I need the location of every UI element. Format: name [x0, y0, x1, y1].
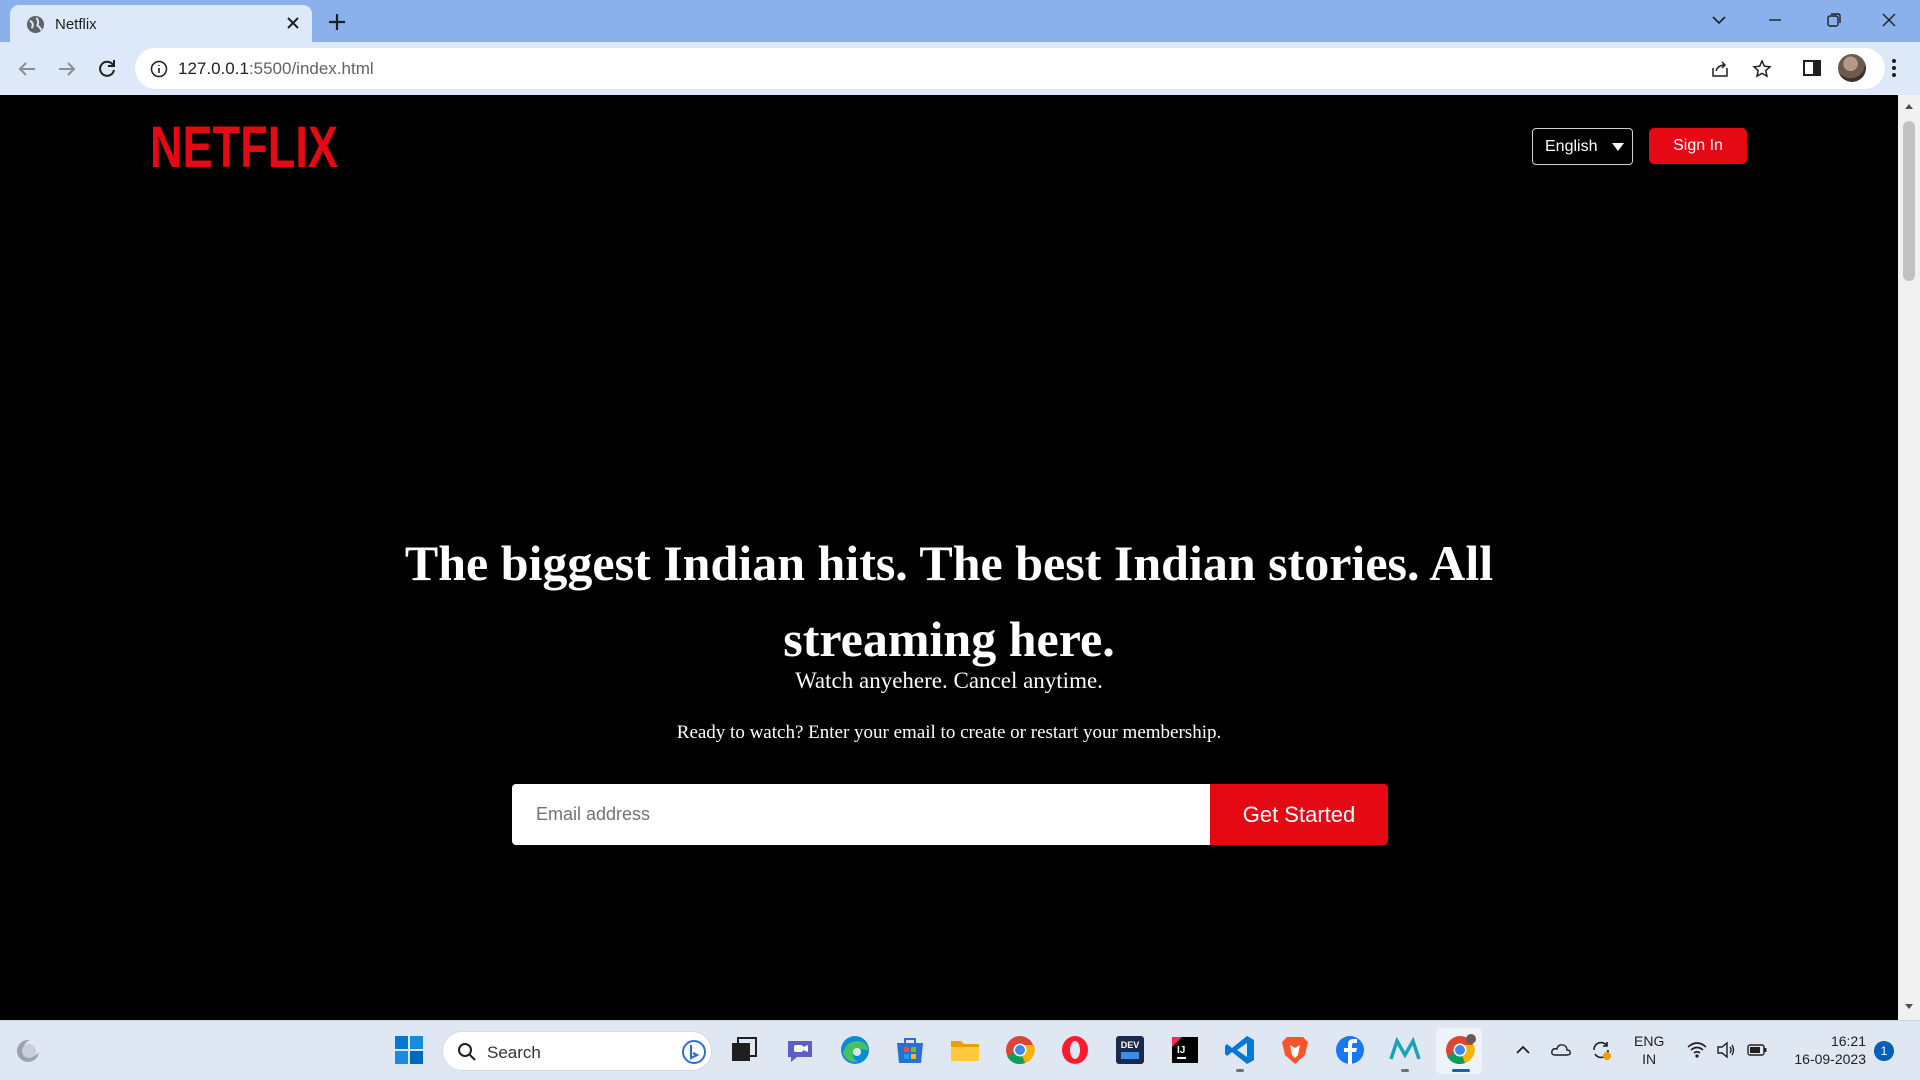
volume-icon[interactable] — [1715, 1039, 1737, 1061]
tab-title: Netflix — [55, 16, 97, 33]
scrollbar-thumb[interactable] — [1903, 121, 1915, 281]
restore-icon[interactable] — [1818, 6, 1848, 34]
back-arrow-icon[interactable] — [13, 55, 41, 83]
hero-title: The biggest Indian hits. The best Indian… — [404, 535, 1494, 667]
close-tab-icon[interactable] — [282, 12, 304, 34]
weather-widget-icon[interactable] — [12, 1033, 46, 1067]
tab-search-chevron-icon[interactable] — [1704, 6, 1734, 34]
facebook-icon[interactable] — [1333, 1033, 1367, 1067]
opera-icon[interactable] — [1058, 1033, 1092, 1067]
vscode-icon[interactable] — [1223, 1033, 1257, 1067]
wifi-icon[interactable] — [1686, 1039, 1708, 1061]
intellij-icon[interactable]: IJ — [1168, 1033, 1202, 1067]
search-icon — [458, 1043, 476, 1061]
system-clock[interactable]: 16:21 16-09-2023 — [1782, 1032, 1866, 1068]
input-language-indicator[interactable]: ENG IN — [1634, 1032, 1664, 1068]
microsoft-store-icon[interactable] — [893, 1033, 927, 1067]
file-explorer-icon[interactable] — [948, 1033, 982, 1067]
close-window-icon[interactable] — [1874, 6, 1904, 34]
browser-tab-netflix[interactable]: Netflix — [10, 5, 312, 42]
share-icon[interactable] — [1710, 59, 1730, 79]
new-tab-icon[interactable] — [324, 9, 350, 35]
bing-icon[interactable] — [681, 1039, 707, 1065]
language-select[interactable]: English — [1532, 128, 1633, 165]
active-indicator — [1452, 1069, 1470, 1072]
minimize-icon[interactable] — [1760, 6, 1790, 34]
chrome-icon[interactable] — [1003, 1033, 1037, 1067]
hero-cta-text: Ready to watch? Enter your email to crea… — [676, 722, 1222, 743]
svg-text:DEV: DEV — [1121, 1040, 1140, 1050]
profile-avatar[interactable] — [1838, 54, 1866, 82]
region-code: IN — [1642, 1051, 1657, 1067]
search-label: Search — [487, 1043, 541, 1062]
hero-subtitle: Watch anyehere. Cancel anytime. — [795, 668, 1103, 693]
site-info-icon[interactable] — [150, 60, 168, 78]
sign-in-button[interactable]: Sign In — [1649, 128, 1747, 164]
more-menu-icon[interactable] — [1880, 54, 1908, 82]
address-bar[interactable]: 127.0.0.1:5500/index.html — [135, 48, 1885, 89]
netflix-logo[interactable]: NETFLIX — [150, 117, 340, 173]
logo-text: NETFLIX — [150, 117, 338, 173]
clock-date: 16-09-2023 — [1794, 1051, 1866, 1067]
notification-badge[interactable]: 1 — [1874, 1041, 1894, 1061]
edge-browser-icon[interactable] — [838, 1033, 872, 1067]
devtoys-icon[interactable]: DEV — [1113, 1033, 1147, 1067]
teams-chat-icon[interactable] — [783, 1033, 817, 1067]
bookmark-star-icon[interactable] — [1752, 59, 1772, 79]
running-indicator — [1401, 1069, 1409, 1072]
email-signup-form: Get Started — [512, 784, 1388, 845]
get-started-button[interactable]: Get Started — [1210, 784, 1388, 845]
onedrive-cloud-icon[interactable] — [1550, 1039, 1572, 1061]
side-panel-icon[interactable] — [1798, 54, 1826, 82]
reload-icon[interactable] — [93, 55, 121, 83]
url-text: 127.0.0.1:5500/index.html — [178, 59, 374, 78]
brave-icon[interactable] — [1278, 1033, 1312, 1067]
page-scrollbar[interactable] — [1898, 95, 1920, 1020]
windows-start-icon[interactable] — [392, 1033, 426, 1067]
caret-down-icon — [1612, 143, 1624, 151]
page-viewport: NETFLIX English Sign In The biggest Indi… — [0, 95, 1898, 1020]
language-selected-label: English — [1545, 138, 1598, 155]
task-view-icon[interactable] — [727, 1033, 761, 1067]
svg-text:IJ: IJ — [1177, 1045, 1185, 1056]
sync-icon[interactable] — [1590, 1039, 1612, 1061]
running-indicator — [1236, 1069, 1244, 1072]
browser-tab-strip: Netflix — [0, 0, 1920, 42]
taskbar-search-box[interactable]: Search — [442, 1031, 712, 1071]
windows-taskbar: Search DEV IJ ENG IN 16:21 16-09-2023 1 — [0, 1020, 1920, 1080]
browser-toolbar: 127.0.0.1:5500/index.html — [0, 42, 1920, 95]
scroll-down-icon[interactable] — [1903, 1002, 1915, 1012]
email-input[interactable] — [512, 784, 1210, 845]
globe-icon — [26, 15, 45, 34]
scroll-up-icon[interactable] — [1903, 101, 1915, 111]
forward-arrow-icon[interactable] — [53, 55, 81, 83]
clock-time: 16:21 — [1830, 1033, 1866, 1049]
battery-icon[interactable] — [1746, 1039, 1768, 1061]
language-code: ENG — [1634, 1033, 1665, 1049]
show-hidden-icons-icon[interactable] — [1512, 1039, 1534, 1061]
monitor-app-icon[interactable] — [1388, 1033, 1422, 1067]
chrome-active-icon[interactable] — [1443, 1033, 1477, 1067]
